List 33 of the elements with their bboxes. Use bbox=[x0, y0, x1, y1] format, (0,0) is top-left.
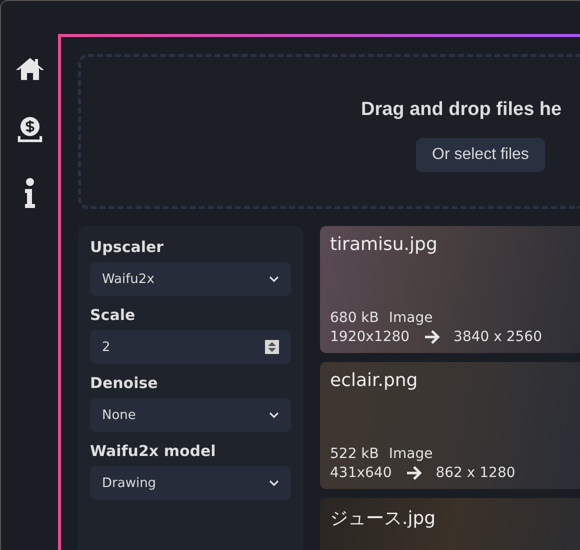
drop-title: Drag and drop files he bbox=[361, 99, 563, 121]
field-label: Waifu2x model bbox=[90, 442, 217, 460]
file-name: tiramisu.jpg bbox=[330, 234, 438, 255]
field-label: Upscaler bbox=[90, 238, 165, 256]
spinner-icon[interactable] bbox=[265, 340, 279, 354]
chevron-icon bbox=[269, 480, 279, 486]
chevron-icon bbox=[269, 276, 279, 282]
file-type: Image bbox=[388, 446, 433, 462]
info-icon[interactable] bbox=[24, 178, 36, 208]
file-size: 680 kB bbox=[330, 310, 379, 326]
file-name: eclair.png bbox=[330, 370, 419, 391]
select-field[interactable]: Waifu2x bbox=[90, 262, 291, 296]
original-resolution: 1920x1280 bbox=[330, 329, 410, 345]
select-field[interactable]: None bbox=[90, 398, 291, 432]
number-field[interactable]: 2 bbox=[90, 330, 291, 364]
chevron-icon bbox=[269, 412, 279, 418]
file-name: ジュース.jpg bbox=[330, 507, 437, 530]
field-label: Scale bbox=[90, 306, 136, 324]
file-size: 522 kB bbox=[330, 446, 379, 462]
file-card[interactable]: eclair.png 522 kB Image 431x640 862 x 1280 bbox=[320, 362, 580, 489]
arrow-right-icon bbox=[424, 330, 440, 344]
arrow-right-icon bbox=[406, 466, 422, 480]
field-label: Denoise bbox=[90, 374, 159, 392]
original-resolution: 431x640 bbox=[330, 465, 392, 481]
target-resolution: 862 x 1280 bbox=[436, 465, 516, 481]
drop-zone[interactable]: Drag and drop files he Or select files bbox=[78, 54, 580, 209]
file-type: Image bbox=[388, 310, 433, 326]
select-files-button[interactable]: Or select files bbox=[416, 138, 545, 172]
file-card[interactable]: tiramisu.jpg 680 kB Image 1920x1280 3840 x 2560 bbox=[320, 226, 580, 353]
home-icon[interactable] bbox=[14, 56, 44, 82]
select-field[interactable]: Drawing bbox=[90, 466, 291, 500]
file-card[interactable]: ジュース.jpg bbox=[320, 498, 580, 550]
target-resolution: 3840 x 2560 bbox=[454, 329, 542, 345]
